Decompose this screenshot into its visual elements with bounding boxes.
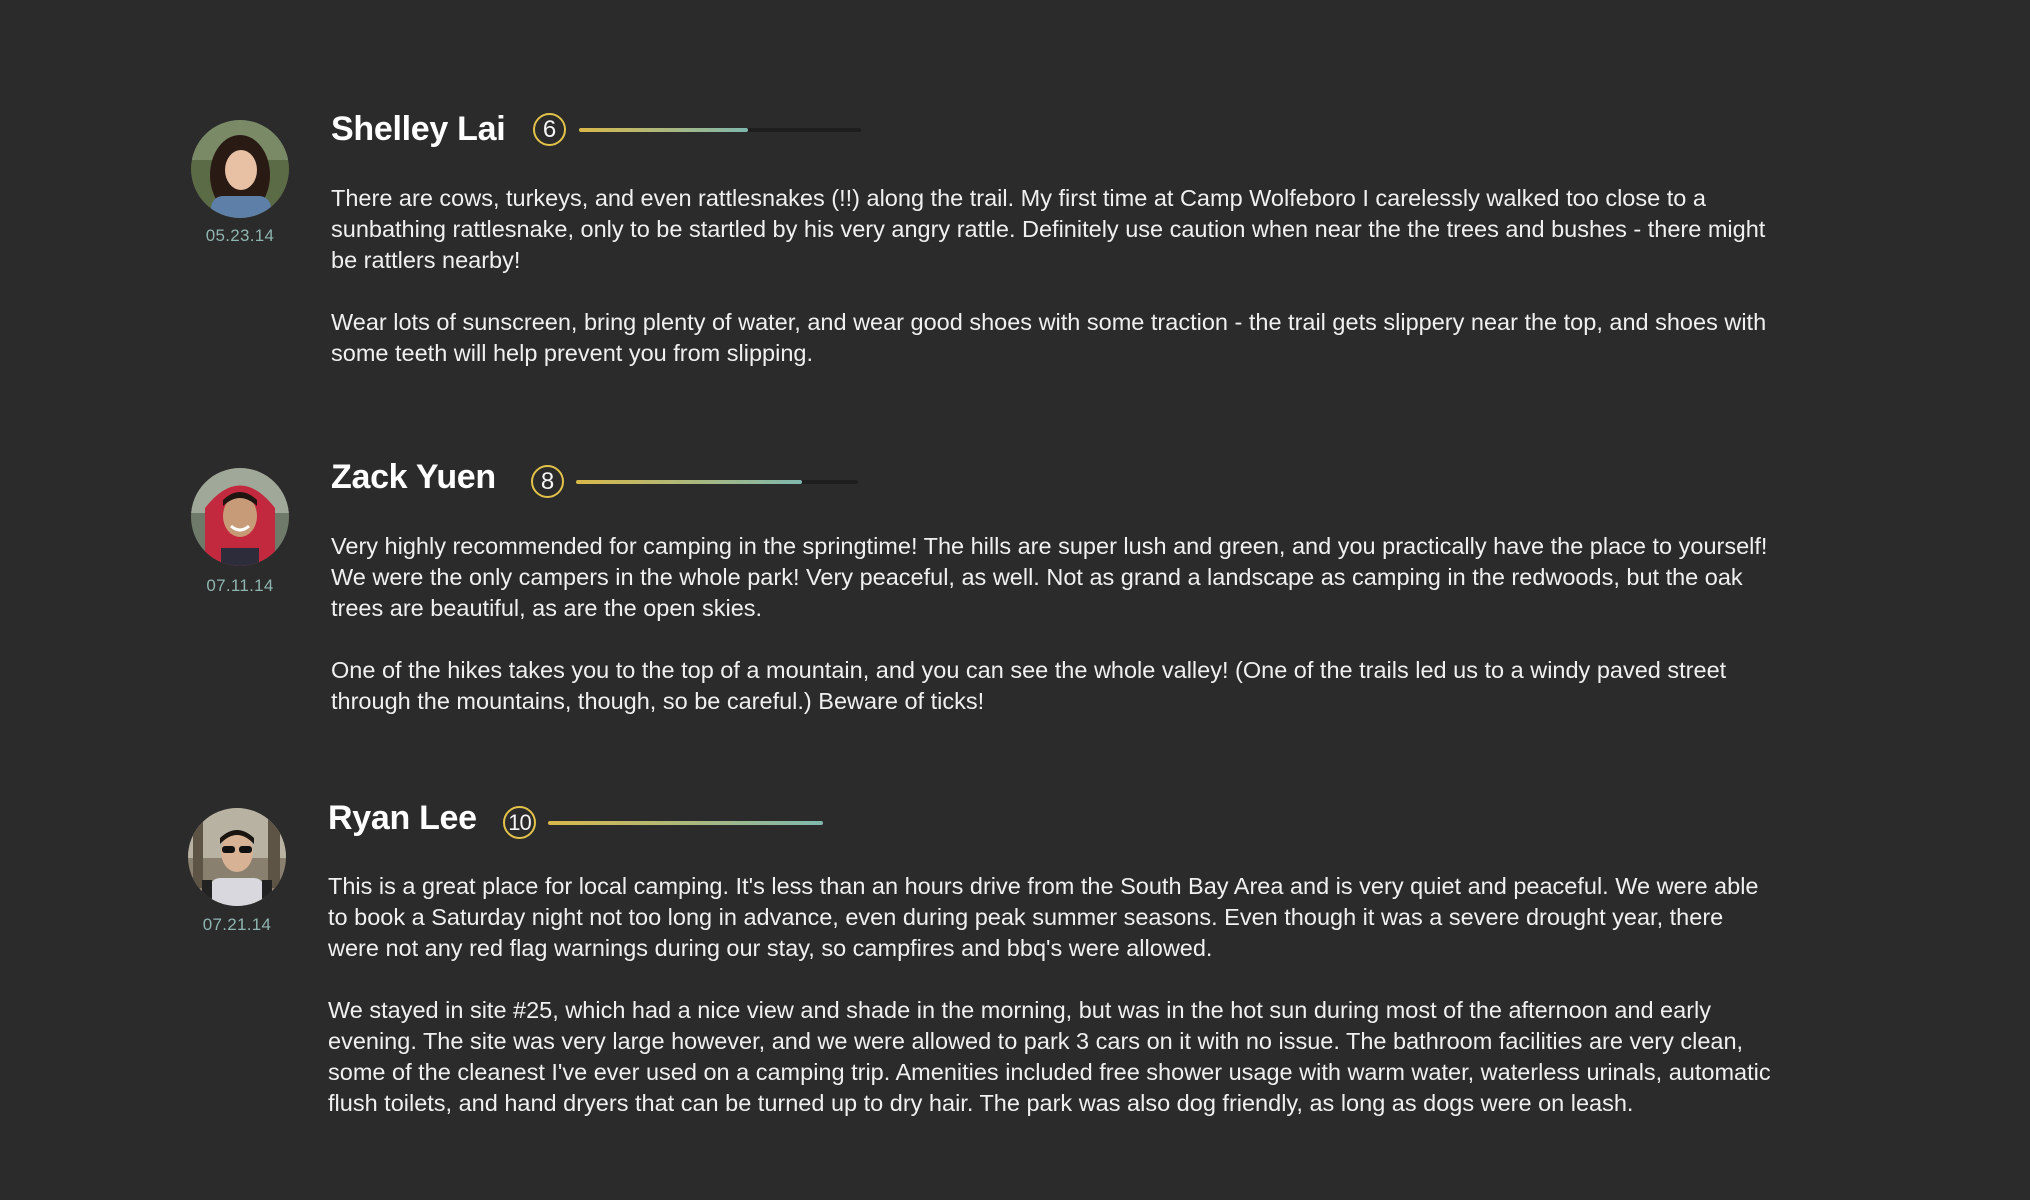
score-bar	[576, 480, 858, 484]
review-date: 07.21.14	[202, 915, 272, 934]
review-paragraph: This is a great place for local camping.…	[328, 873, 1759, 961]
reviewer-name[interactable]: Zack Yuen	[331, 458, 496, 497]
reviewer-name[interactable]: Shelley Lai	[331, 110, 506, 149]
score-bar	[579, 128, 861, 132]
user-photo-icon	[191, 120, 289, 218]
score-bar-fill	[579, 128, 749, 132]
review-date: 07.11.14	[206, 576, 274, 595]
user-photo-icon	[188, 808, 286, 906]
score-bar-fill	[548, 821, 823, 825]
score-bar	[548, 821, 823, 825]
score-badge wide: 10	[503, 806, 536, 839]
user-photo-icon	[191, 468, 289, 566]
review-paragraph: There are cows, turkeys, and even rattle…	[331, 185, 1766, 273]
score-bar-fill	[576, 480, 802, 484]
score-badge: 8	[531, 465, 564, 498]
avatar[interactable]	[188, 808, 286, 906]
review-paragraph: One of the hikes takes you to the top of…	[331, 657, 1727, 714]
review-paragraph: We stayed in site #25, which had a nice …	[328, 997, 1771, 1116]
avatar[interactable]	[191, 468, 289, 566]
reviewer-name[interactable]: Ryan Lee	[328, 799, 477, 838]
review-date: 05.23.14	[205, 226, 275, 245]
score-badge: 6	[533, 113, 566, 146]
review-paragraph: Wear lots of sunscreen, bring plenty of …	[331, 309, 1767, 366]
avatar[interactable]	[191, 120, 289, 218]
review-paragraph: Very highly recommended for camping in t…	[331, 533, 1768, 621]
